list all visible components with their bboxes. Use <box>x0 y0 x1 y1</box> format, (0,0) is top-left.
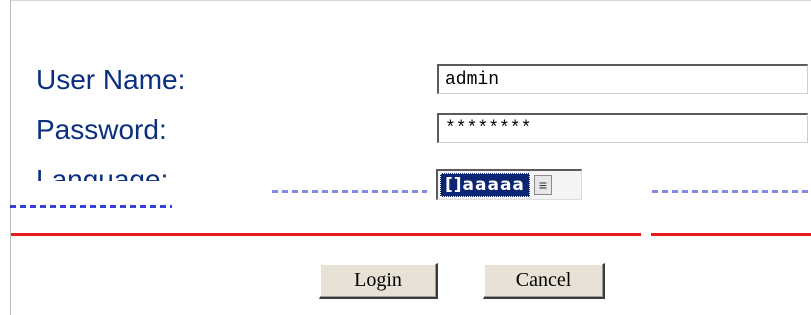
divider-left <box>11 233 641 236</box>
render-artifact <box>272 190 427 193</box>
render-artifact <box>652 190 810 193</box>
render-artifact <box>10 205 172 208</box>
password-label: Password: <box>36 114 167 145</box>
divider-right <box>651 233 811 236</box>
dropdown-arrow-icon[interactable]: ≡ <box>533 175 552 195</box>
login-button[interactable]: Login <box>319 263 438 299</box>
language-selected-value: []aaaaa <box>440 173 530 197</box>
page-frame-left <box>10 0 11 315</box>
language-label: Language: <box>36 164 169 181</box>
username-label: User Name: <box>36 64 186 95</box>
page-frame-top <box>10 0 811 7</box>
cancel-button[interactable]: Cancel <box>483 263 605 299</box>
language-select[interactable]: []aaaaa ≡ <box>436 169 582 200</box>
password-input[interactable] <box>437 113 808 143</box>
username-input[interactable] <box>437 64 808 94</box>
